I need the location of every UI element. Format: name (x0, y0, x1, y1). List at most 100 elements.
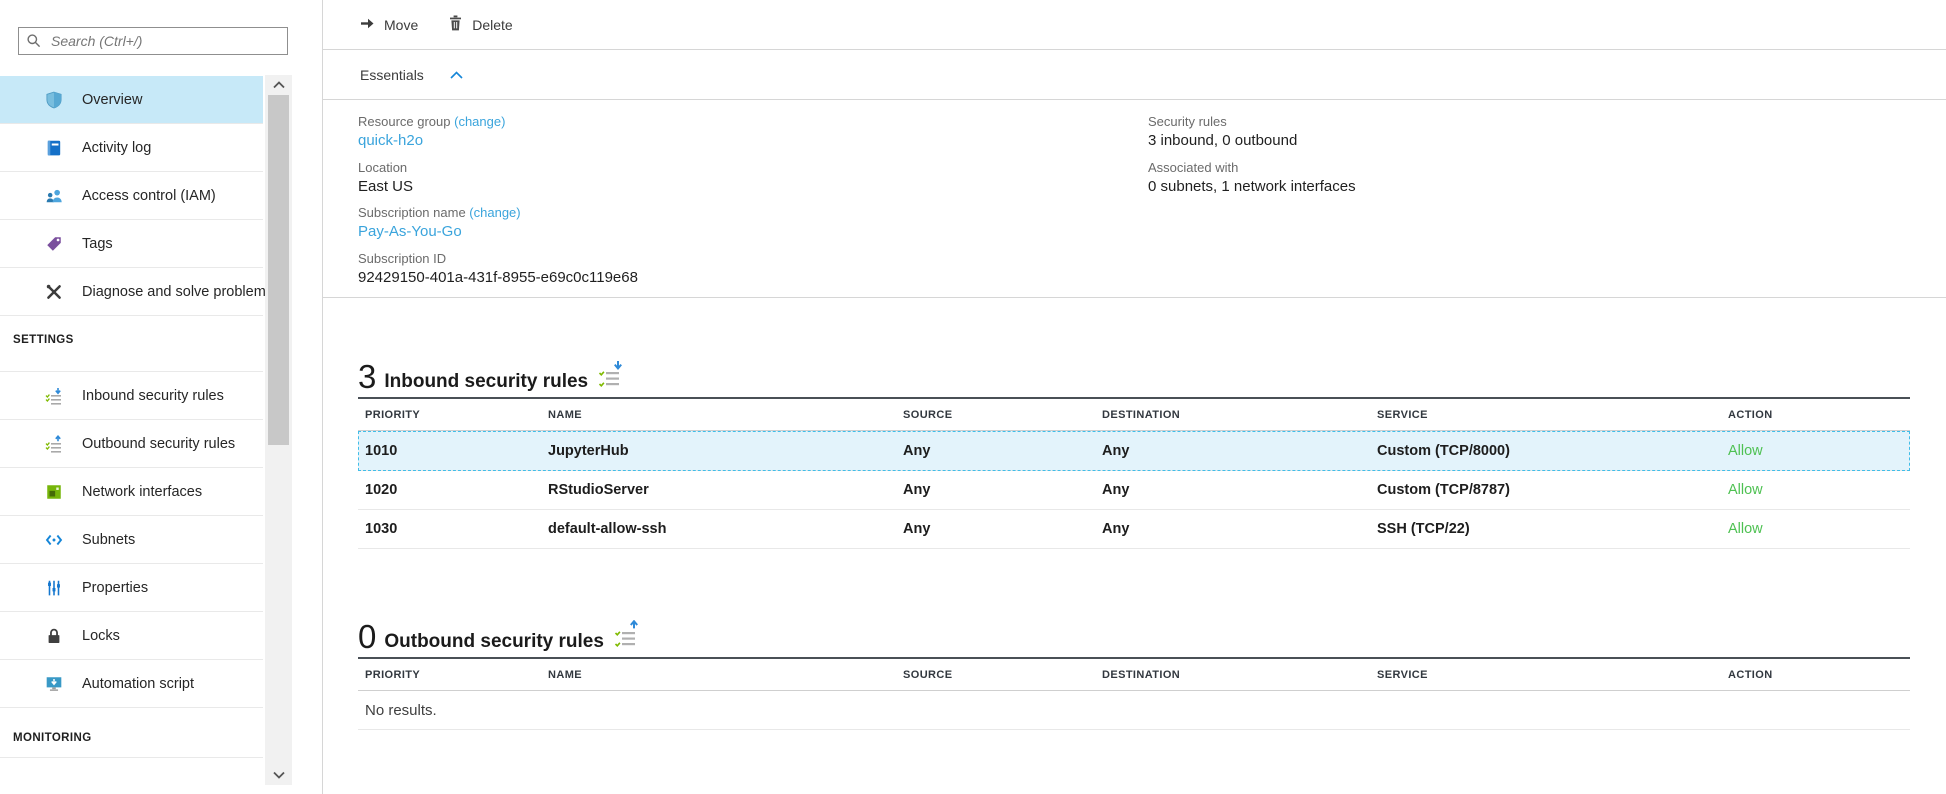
inbound-rules-table: PRIORITY NAME SOURCE DESTINATION SERVICE… (358, 397, 1910, 549)
inbound-rules-icon (45, 387, 63, 405)
journal-icon (45, 139, 63, 157)
delete-button[interactable]: Delete (448, 15, 512, 34)
scroll-down-arrow-icon[interactable] (265, 765, 292, 785)
table-row-rstudioserver[interactable]: 1020 RStudioServer Any Any Custom (TCP/8… (358, 471, 1910, 510)
resource-group-change-link[interactable]: (change) (454, 114, 505, 129)
azure-nsg-overview-page: Overview Activity log Access control (IA… (0, 0, 1946, 794)
subscription-name-value[interactable]: Pay-As-You-Go (358, 223, 521, 240)
table-row-jupyterhub[interactable]: 1010 JupyterHub Any Any Custom (TCP/8000… (358, 431, 1910, 471)
sidebar-item-diagnose[interactable]: Diagnose and solve problems (0, 268, 263, 316)
sidebar-item-label: Diagnose and solve problems (82, 284, 273, 300)
security-rules-field: Security rules 3 inbound, 0 outbound (1148, 114, 1297, 149)
cell-priority: 1010 (358, 443, 548, 459)
essentials-title: Essentials (360, 67, 424, 83)
sidebar-item-properties[interactable]: Properties (0, 564, 263, 612)
sidebar-item-label: Inbound security rules (82, 388, 224, 404)
associated-with-field: Associated with 0 subnets, 1 network int… (1148, 160, 1356, 195)
column-header-destination: DESTINATION (1102, 409, 1377, 421)
associated-with-value: 0 subnets, 1 network interfaces (1148, 178, 1356, 195)
sidebar-item-automation-script[interactable]: Automation script (0, 660, 263, 708)
column-header-service: SERVICE (1377, 669, 1728, 681)
sidebar-item-network-interfaces[interactable]: Network interfaces (0, 468, 263, 516)
inbound-table-header: PRIORITY NAME SOURCE DESTINATION SERVICE… (358, 399, 1910, 431)
inbound-rules-section: 3 Inbound security rules PRIORITY NAME S… (323, 345, 1946, 549)
column-header-action: ACTION (1728, 409, 1910, 421)
cell-action: Allow (1728, 482, 1910, 498)
security-rules-value: 3 inbound, 0 outbound (1148, 132, 1297, 149)
cell-name: RStudioServer (548, 482, 903, 498)
essentials-toggle[interactable]: Essentials (323, 50, 1946, 100)
move-label: Move (384, 17, 418, 33)
cell-service: Custom (TCP/8787) (1377, 482, 1728, 498)
sidebar-item-label: Locks (82, 628, 120, 644)
cell-source: Any (903, 443, 1102, 459)
network-interface-icon (45, 483, 63, 501)
location-field: Location East US (358, 160, 413, 195)
automation-script-icon (45, 675, 63, 693)
column-header-priority: PRIORITY (358, 409, 548, 421)
resource-group-value[interactable]: quick-h2o (358, 132, 505, 149)
outbound-rules-section: 0 Outbound security rules PRIORITY NAME … (323, 605, 1946, 730)
security-rules-label: Security rules (1148, 114, 1297, 129)
sidebar-item-overview[interactable]: Overview (0, 76, 263, 124)
subscription-id-label: Subscription ID (358, 251, 638, 266)
trash-icon (448, 15, 463, 34)
move-arrow-icon (360, 16, 375, 34)
cell-priority: 1030 (358, 521, 548, 537)
outbound-title: Outbound security rules (384, 632, 604, 651)
location-value: East US (358, 178, 413, 195)
lock-icon (45, 627, 63, 645)
properties-sliders-icon (45, 579, 63, 597)
outbound-rules-icon (45, 435, 63, 453)
subscription-id-value: 92429150-401a-431f-8955-e69c0c119e68 (358, 269, 638, 286)
outbound-rules-icon (614, 620, 641, 654)
sidebar-section-monitoring: MONITORING (0, 708, 263, 758)
outbound-rules-table: PRIORITY NAME SOURCE DESTINATION SERVICE… (358, 657, 1910, 730)
outbound-count: 0 (358, 623, 376, 651)
move-button[interactable]: Move (360, 16, 418, 34)
search-input[interactable] (18, 27, 288, 55)
column-header-name: NAME (548, 409, 903, 421)
subscription-change-link[interactable]: (change) (469, 205, 520, 220)
scrollbar-thumb[interactable] (268, 95, 289, 445)
column-header-destination: DESTINATION (1102, 669, 1377, 681)
cell-priority: 1020 (358, 482, 548, 498)
resource-group-field: Resource group (change) quick-h2o (358, 114, 505, 149)
sidebar-menu: Overview Activity log Access control (IA… (0, 76, 263, 758)
sidebar-item-tags[interactable]: Tags (0, 220, 263, 268)
cell-destination: Any (1102, 443, 1377, 459)
cell-source: Any (903, 521, 1102, 537)
column-header-priority: PRIORITY (358, 669, 548, 681)
sidebar-search (18, 27, 288, 55)
subscription-name-field: Subscription name (change) Pay-As-You-Go (358, 205, 521, 240)
sidebar-item-inbound-rules[interactable]: Inbound security rules (0, 372, 263, 420)
resource-group-label: Resource group (358, 114, 451, 129)
cell-name: JupyterHub (548, 443, 903, 459)
location-label: Location (358, 160, 413, 175)
inbound-count: 3 (358, 363, 376, 391)
sidebar-section-settings: SETTINGS (0, 316, 263, 372)
sidebar-item-label: Automation script (82, 676, 194, 692)
inbound-rules-heading: 3 Inbound security rules (358, 345, 1946, 397)
sidebar-item-subnets[interactable]: Subnets (0, 516, 263, 564)
sidebar-item-locks[interactable]: Locks (0, 612, 263, 660)
column-header-source: SOURCE (903, 669, 1102, 681)
sidebar-item-access-control[interactable]: Access control (IAM) (0, 172, 263, 220)
cell-action: Allow (1728, 443, 1910, 459)
sidebar-item-activity-log[interactable]: Activity log (0, 124, 263, 172)
cell-service: Custom (TCP/8000) (1377, 443, 1728, 459)
column-header-action: ACTION (1728, 669, 1910, 681)
sidebar-item-label: Overview (82, 92, 142, 108)
table-row-default-allow-ssh[interactable]: 1030 default-allow-ssh Any Any SSH (TCP/… (358, 510, 1910, 549)
sidebar-item-label: Properties (82, 580, 148, 596)
sidebar-item-outbound-rules[interactable]: Outbound security rules (0, 420, 263, 468)
cell-service: SSH (TCP/22) (1377, 521, 1728, 537)
sidebar-item-label: Outbound security rules (82, 436, 235, 452)
scroll-up-arrow-icon[interactable] (265, 75, 292, 95)
delete-label: Delete (472, 17, 512, 33)
tools-icon (45, 283, 63, 301)
sidebar-scrollbar (265, 75, 292, 785)
cell-name: default-allow-ssh (548, 521, 903, 537)
people-icon (45, 187, 63, 205)
no-results-row: No results. (358, 691, 1910, 730)
